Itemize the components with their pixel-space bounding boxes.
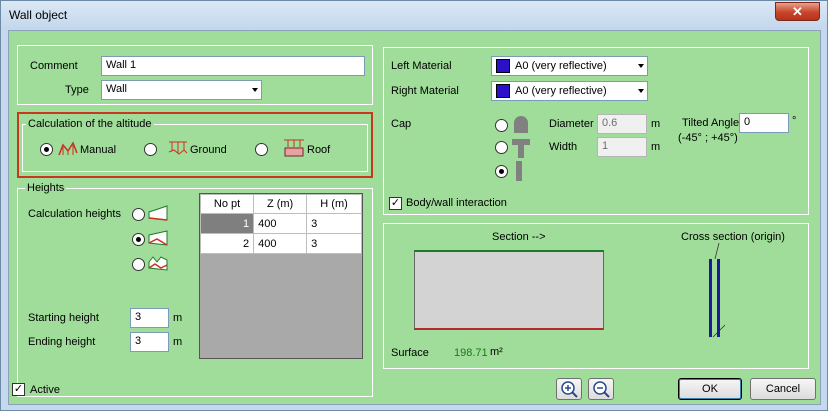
close-button[interactable]: ✕	[775, 2, 820, 21]
starting-height-input[interactable]: 3	[130, 308, 169, 328]
diameter-unit: m	[651, 118, 661, 130]
width-input[interactable]: 1	[597, 137, 647, 157]
altitude-roof-label: Roof	[307, 144, 331, 156]
h-cell[interactable]: 3	[306, 233, 362, 254]
comment-input[interactable]: Wall 1	[101, 56, 365, 76]
column-header-h[interactable]: H (m)	[306, 194, 362, 214]
altitude-ground-label: Ground	[190, 144, 227, 156]
calc-height-jagged-radio[interactable]	[132, 258, 145, 271]
ground-altitude-icon	[168, 141, 188, 155]
table-row[interactable]: 2 400 3	[199, 233, 362, 254]
window-title: Wall object	[9, 8, 68, 22]
row-number-cell[interactable]: 1	[199, 213, 255, 234]
manual-altitude-icon	[58, 141, 78, 156]
column-header-z[interactable]: Z (m)	[253, 194, 308, 214]
heights-group-label: Heights	[25, 182, 67, 194]
altitude-manual-label: Manual	[80, 144, 117, 156]
tilted-angle-range: (-45° ; +45°)	[678, 132, 738, 144]
right-material-label: Right Material	[391, 85, 459, 97]
section-preview	[414, 250, 604, 330]
zoom-out-icon	[593, 381, 610, 398]
jagged-top-wall-icon	[148, 256, 168, 271]
body-wall-interaction-checkbox[interactable]: ✓	[389, 197, 402, 210]
altitude-ground-radio[interactable]	[144, 143, 157, 156]
altitude-group-label: Calculation of the altitude	[26, 118, 154, 130]
calc-height-flat-radio[interactable]	[132, 208, 145, 221]
tilted-angle-label: Tilted Angle	[682, 117, 740, 129]
left-material-color-swatch	[496, 59, 510, 73]
active-label: Active	[30, 384, 60, 396]
flat-top-wall-icon	[148, 205, 168, 221]
left-material-label: Left Material	[391, 60, 452, 72]
cap-round-radio[interactable]	[495, 119, 508, 132]
surface-value: 198.71	[454, 347, 488, 359]
altitude-manual-radio[interactable]	[40, 143, 53, 156]
chevron-down-icon	[638, 89, 644, 93]
cap-t-radio[interactable]	[495, 141, 508, 154]
t-cap-icon	[512, 139, 530, 158]
type-label: Type	[65, 84, 89, 96]
cancel-button[interactable]: Cancel	[750, 378, 816, 400]
no-cap-icon	[516, 161, 522, 181]
zoom-out-button[interactable]	[588, 378, 614, 400]
h-cell[interactable]: 3	[306, 213, 362, 234]
comment-label: Comment	[30, 60, 78, 72]
tilted-angle-unit: °	[792, 115, 797, 127]
starting-height-label: Starting height	[28, 312, 99, 324]
z-cell[interactable]: 400	[253, 213, 308, 234]
close-icon: ✕	[792, 4, 803, 19]
chevron-down-icon	[638, 64, 644, 68]
calculation-heights-label: Calculation heights	[28, 208, 121, 220]
wall-object-dialog: Wall object ✕ Comment Wall 1 Type Wall C…	[0, 0, 828, 411]
width-label: Width	[549, 141, 578, 153]
surface-label: Surface	[391, 347, 429, 359]
starting-height-unit: m	[173, 312, 183, 324]
cap-label: Cap	[391, 118, 412, 130]
left-material-select[interactable]: A0 (very reflective)	[491, 56, 648, 76]
diameter-label: Diameter	[549, 118, 594, 130]
left-material-value: A0 (very reflective)	[515, 59, 607, 72]
active-checkbox[interactable]: ✓	[12, 383, 25, 396]
right-material-color-swatch	[496, 84, 510, 98]
cross-section-preview	[709, 242, 726, 338]
cross-section-label: Cross section (origin)	[681, 231, 785, 243]
z-cell[interactable]: 400	[253, 233, 308, 254]
table-header-row: No pt Z (m) H (m)	[199, 194, 362, 214]
right-material-value: A0 (very reflective)	[515, 84, 607, 97]
section-label: Section -->	[492, 231, 546, 243]
altitude-roof-radio[interactable]	[255, 143, 268, 156]
heights-table[interactable]: No pt Z (m) H (m) 1 400 3 2 400 3	[199, 193, 363, 359]
zoom-in-icon	[561, 381, 578, 398]
ending-height-unit: m	[173, 336, 183, 348]
tilted-angle-input[interactable]: 0	[739, 113, 789, 133]
surface-unit: m²	[490, 346, 503, 358]
sloped-top-wall-icon	[148, 230, 168, 246]
ending-height-input[interactable]: 3	[130, 332, 169, 352]
table-row[interactable]: 1 400 3	[199, 213, 362, 234]
calc-height-sloped-radio[interactable]	[132, 233, 145, 246]
ending-height-label: Ending height	[28, 336, 96, 348]
column-header-no-pt[interactable]: No pt	[199, 194, 255, 214]
right-material-select[interactable]: A0 (very reflective)	[491, 81, 648, 101]
chevron-down-icon	[252, 88, 258, 92]
zoom-in-button[interactable]	[556, 378, 582, 400]
title-bar[interactable]: Wall object ✕	[1, 1, 827, 29]
type-select-value: Wall	[106, 83, 127, 95]
width-unit: m	[651, 141, 661, 153]
round-cap-icon	[514, 116, 528, 133]
roof-altitude-icon	[284, 139, 304, 157]
ok-button[interactable]: OK	[678, 378, 742, 400]
body-wall-interaction-label: Body/wall interaction	[406, 197, 507, 209]
cap-none-radio[interactable]	[495, 165, 508, 178]
row-number-cell[interactable]: 2	[199, 233, 255, 254]
diameter-input[interactable]: 0.6	[597, 114, 647, 134]
type-select[interactable]: Wall	[101, 80, 262, 100]
